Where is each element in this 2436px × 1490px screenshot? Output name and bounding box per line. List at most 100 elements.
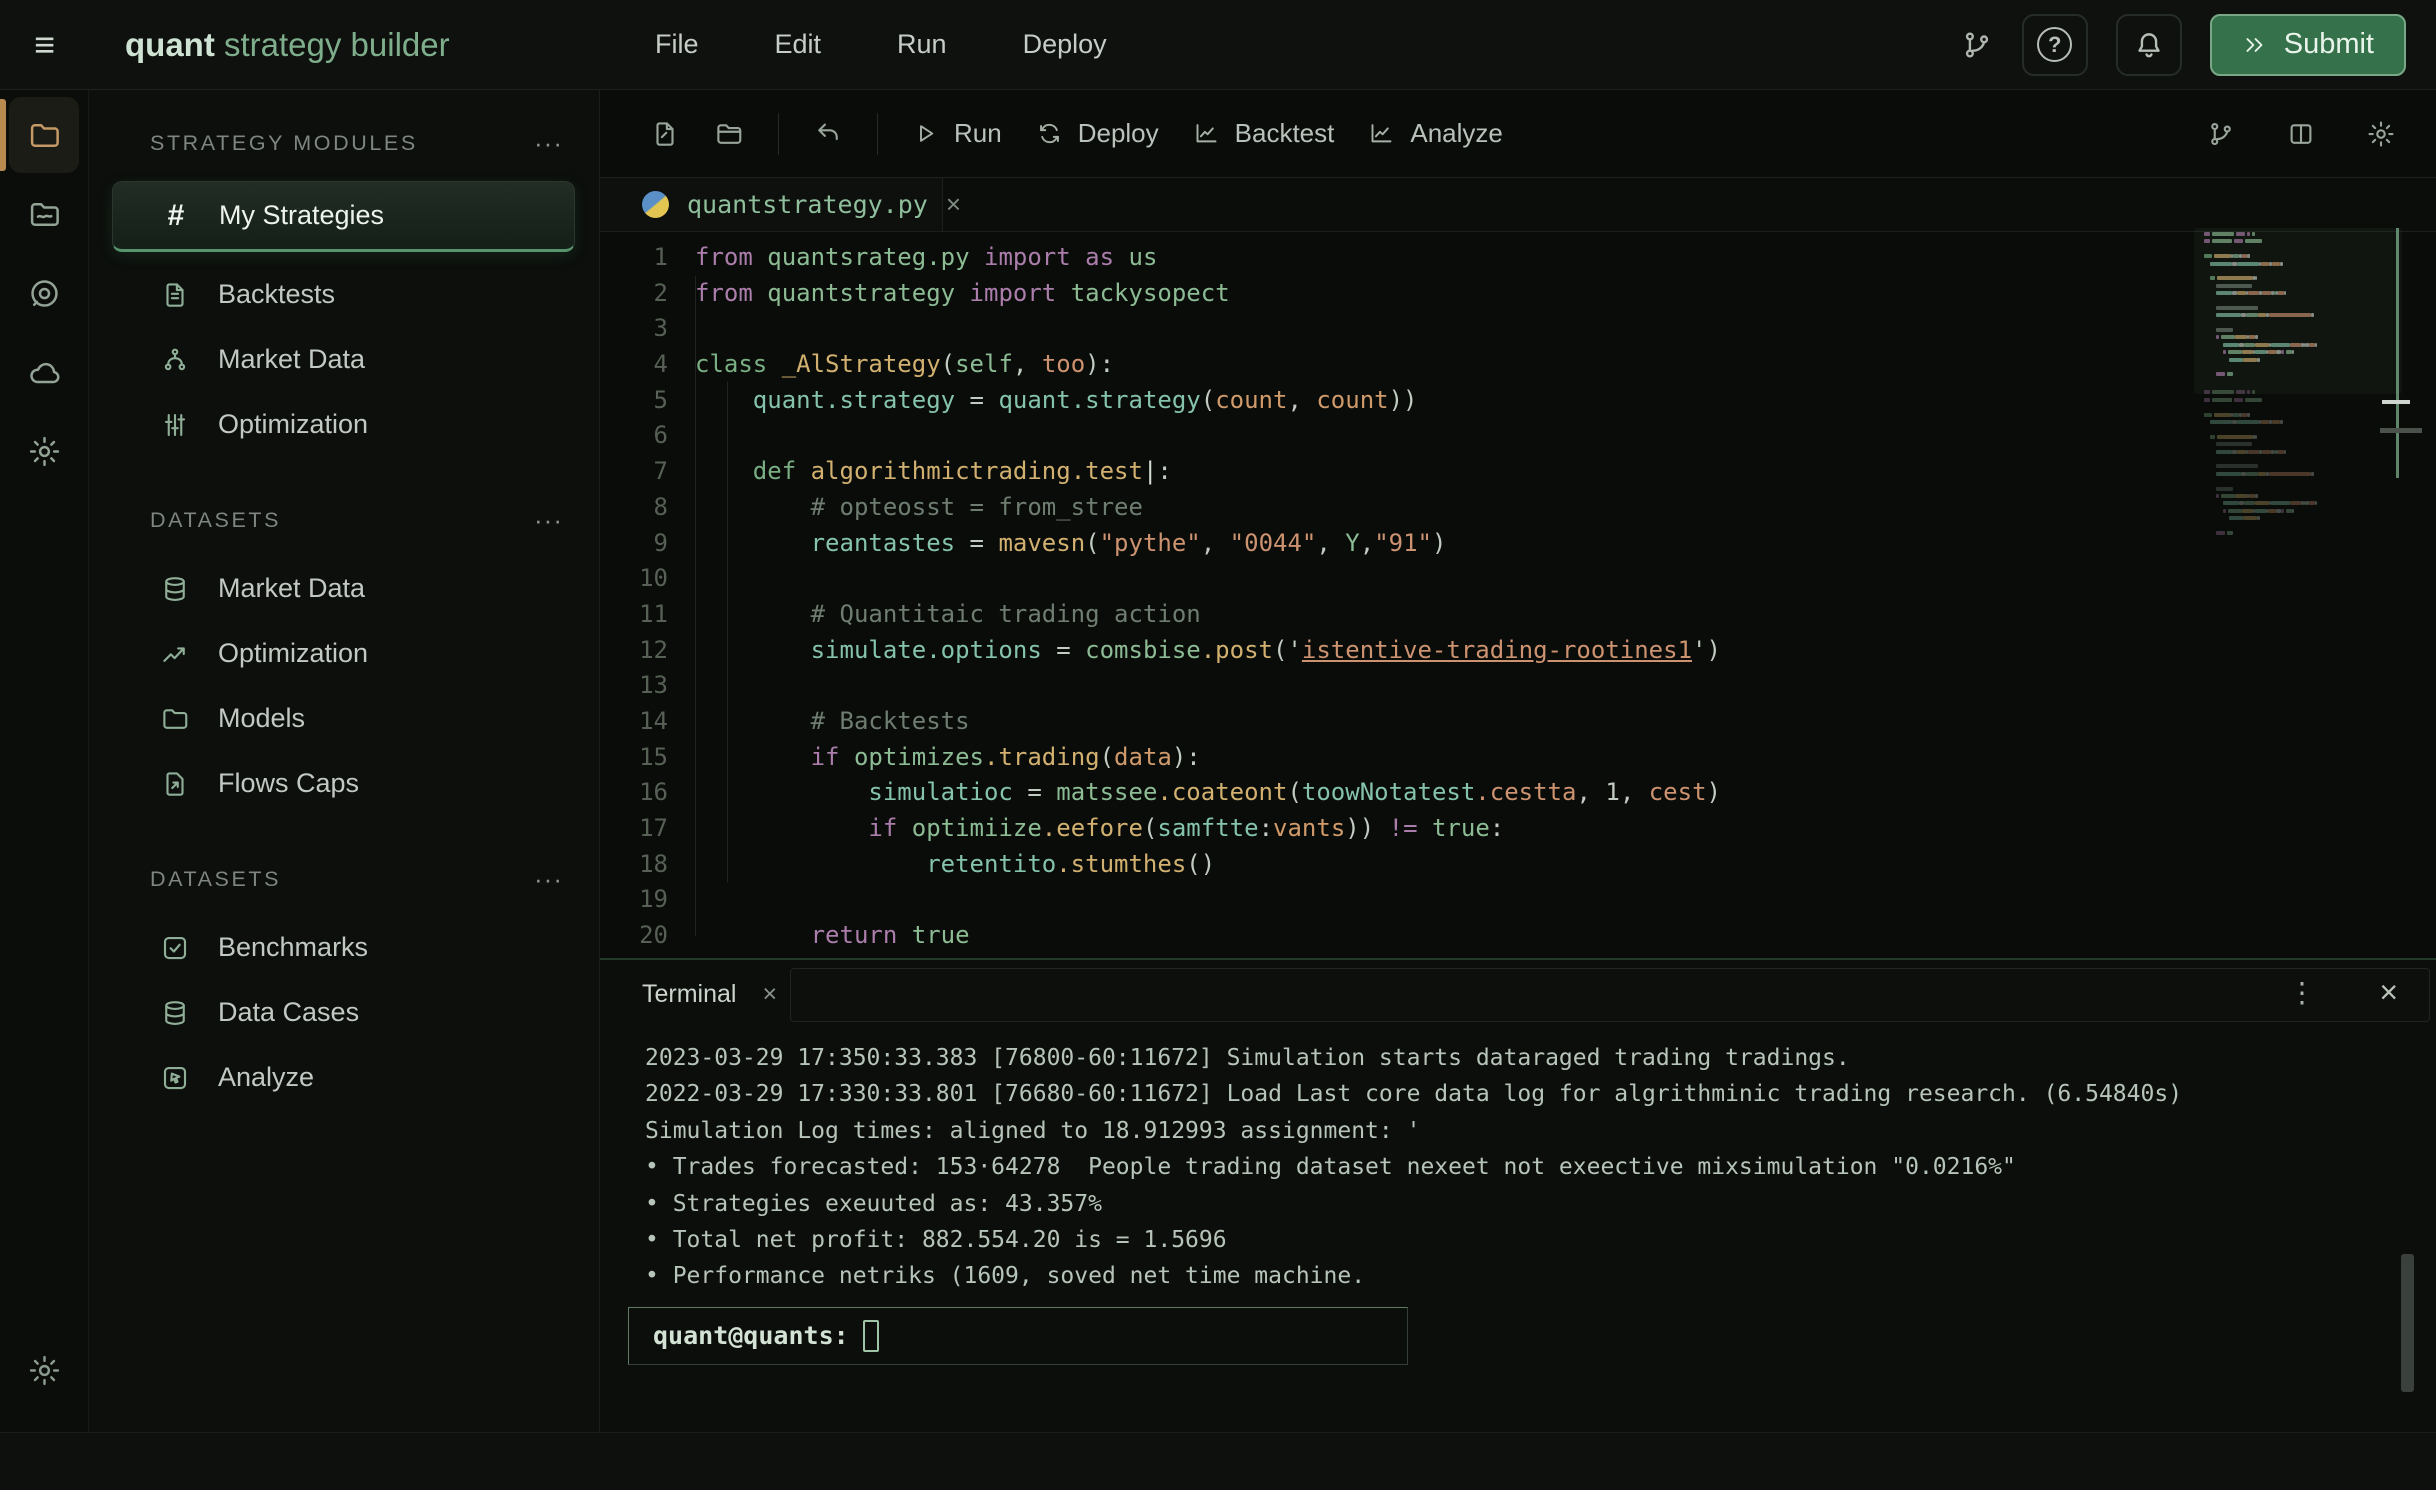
- submit-label: Submit: [2284, 28, 2374, 61]
- sidebar-item-benchmarks[interactable]: Benchmarks: [89, 915, 599, 980]
- section-title: DATASETS: [150, 867, 281, 892]
- code-line: # Backtests: [695, 704, 1721, 740]
- undo-button[interactable]: [813, 119, 843, 149]
- terminal-close-icon[interactable]: ×: [2379, 974, 2398, 1011]
- top-actions: ? Submit: [1960, 14, 2406, 76]
- terminal-prompt[interactable]: quant@quants:: [628, 1307, 1408, 1365]
- branch-button[interactable]: [2206, 119, 2236, 149]
- toolbar-run-button[interactable]: Run: [912, 118, 1002, 149]
- folder-icon: [27, 118, 62, 153]
- minimap[interactable]: [2204, 232, 2390, 538]
- toolbar-analyze-button[interactable]: Analyze: [1368, 118, 1503, 149]
- sidebar-item-market-data[interactable]: Market Data: [89, 327, 599, 392]
- line-number: 15: [600, 740, 668, 776]
- gear-button[interactable]: [2366, 119, 2396, 149]
- toolbar-button-label: Backtest: [1235, 118, 1335, 149]
- sidebar-item-flows-caps[interactable]: Flows Caps: [89, 751, 599, 816]
- terminal-header-panel: [790, 968, 2430, 1022]
- section-menu-icon[interactable]: ···: [534, 128, 563, 159]
- toolbar-button-label: Deploy: [1078, 118, 1159, 149]
- line-number: 2: [600, 276, 668, 312]
- code-line: [695, 311, 1721, 347]
- terminal-scrollbar[interactable]: [2401, 1254, 2414, 1392]
- split-button[interactable]: [2286, 119, 2316, 149]
- code-line: [695, 668, 1721, 704]
- rail-gear-button[interactable]: [9, 413, 79, 489]
- checksq-icon: [160, 933, 190, 963]
- tab-quantstrategy[interactable]: quantstrategy.py ×: [600, 178, 943, 231]
- code-editor[interactable]: 1234567891011121314151617181920 from qua…: [600, 232, 2436, 958]
- toolbar-backtest-button[interactable]: Backtest: [1193, 118, 1335, 149]
- app-body: STRATEGY MODULES···#My StrategiesBacktes…: [0, 90, 2436, 1432]
- menu-run[interactable]: Run: [897, 29, 947, 60]
- rail-chat-button[interactable]: [9, 255, 79, 331]
- line-number: 6: [600, 418, 668, 454]
- sidebar-item-label: My Strategies: [219, 200, 384, 231]
- divider: [877, 113, 878, 155]
- terminal-line: 2023-03-29 17:350:33.383 [76800-60:11672…: [645, 1040, 2436, 1076]
- line-number: 20: [600, 918, 668, 954]
- line-number: 17: [600, 811, 668, 847]
- git-branch-icon[interactable]: [1960, 28, 1994, 62]
- sidebar-item-label: Optimization: [218, 409, 368, 440]
- help-button[interactable]: ?: [2022, 14, 2088, 76]
- menu-file[interactable]: File: [655, 29, 699, 60]
- sidebar-item-market-data[interactable]: Market Data: [89, 556, 599, 621]
- section-menu-icon[interactable]: ···: [534, 505, 563, 536]
- sidebar-item-optimization[interactable]: Optimization: [89, 392, 599, 457]
- bottom-strip: [0, 1432, 2436, 1490]
- rail-folder-button[interactable]: [9, 97, 79, 173]
- openfolder-button[interactable]: [714, 119, 744, 149]
- sidebar-item-backtests[interactable]: Backtests: [89, 262, 599, 327]
- code-line: quant.strategy = quant.strategy(count, c…: [695, 383, 1721, 419]
- python-icon: [642, 191, 669, 218]
- newfile-button[interactable]: [650, 119, 680, 149]
- menu-deploy[interactable]: Deploy: [1023, 29, 1107, 60]
- minimap-viewport: [2194, 228, 2402, 394]
- toolbar-button-label: Analyze: [1410, 118, 1503, 149]
- line-number: 1: [600, 240, 668, 276]
- menu-edit[interactable]: Edit: [775, 29, 822, 60]
- line-number: 13: [600, 668, 668, 704]
- line-number: 10: [600, 561, 668, 597]
- trend-icon: [160, 639, 190, 669]
- sidebar-item-label: Backtests: [218, 279, 335, 310]
- rail-cloud-button[interactable]: [9, 334, 79, 410]
- notifications-button[interactable]: [2116, 14, 2182, 76]
- double-chevron-icon: [2242, 32, 2268, 58]
- line-number: 5: [600, 383, 668, 419]
- line-number: 11: [600, 597, 668, 633]
- section-menu-icon[interactable]: ···: [534, 864, 563, 895]
- db-icon: [160, 574, 190, 604]
- editor-toolbar: Run Deploy Backtest Analyze: [600, 90, 2436, 178]
- files-icon: [27, 197, 62, 232]
- sidebar-item-data-cases[interactable]: Data Cases: [89, 980, 599, 1045]
- indent-guide: [695, 276, 696, 936]
- sidebar-item-optimization[interactable]: Optimization: [89, 621, 599, 686]
- terminal-line: 2022-03-29 17:330:33.801 [76680-60:11672…: [645, 1076, 2436, 1112]
- terminal-line: • Trades forecasted: 153·64278 People tr…: [645, 1149, 2436, 1185]
- sidebar-item-label: Market Data: [218, 344, 365, 375]
- rail-settings-button[interactable]: [0, 1353, 88, 1388]
- editor-scrollbar[interactable]: [2396, 228, 2399, 478]
- hamburger-menu-icon[interactable]: ≡: [0, 24, 89, 66]
- app-title-bold: quant: [125, 26, 215, 63]
- terminal-line: • Performance netriks (1609, soved net t…: [645, 1258, 2436, 1294]
- rail-files-button[interactable]: [9, 176, 79, 252]
- tab-bar: quantstrategy.py ×: [600, 178, 2436, 232]
- sidebar-item-my-strategies[interactable]: #My Strategies: [112, 181, 575, 252]
- toolbar-deploy-button[interactable]: Deploy: [1036, 118, 1159, 149]
- kebab-menu-icon[interactable]: ⋮: [2288, 976, 2316, 1009]
- code-line: [695, 882, 1721, 918]
- folder-icon: [160, 704, 190, 734]
- toolbar-right-icons: [2206, 119, 2396, 149]
- sidebar-item-models[interactable]: Models: [89, 686, 599, 751]
- question-mark-icon: ?: [2037, 27, 2072, 62]
- code-line: return true: [695, 918, 1721, 954]
- submit-button[interactable]: Submit: [2210, 14, 2406, 76]
- terminal-output: 2023-03-29 17:350:33.383 [76800-60:11672…: [600, 1028, 2436, 1295]
- terminal-tab-close-icon[interactable]: ×: [762, 980, 777, 1009]
- sidebar-item-analyze[interactable]: Analyze: [89, 1045, 599, 1110]
- tab-close-icon[interactable]: ×: [946, 189, 961, 220]
- tab-filename: quantstrategy.py: [687, 190, 928, 219]
